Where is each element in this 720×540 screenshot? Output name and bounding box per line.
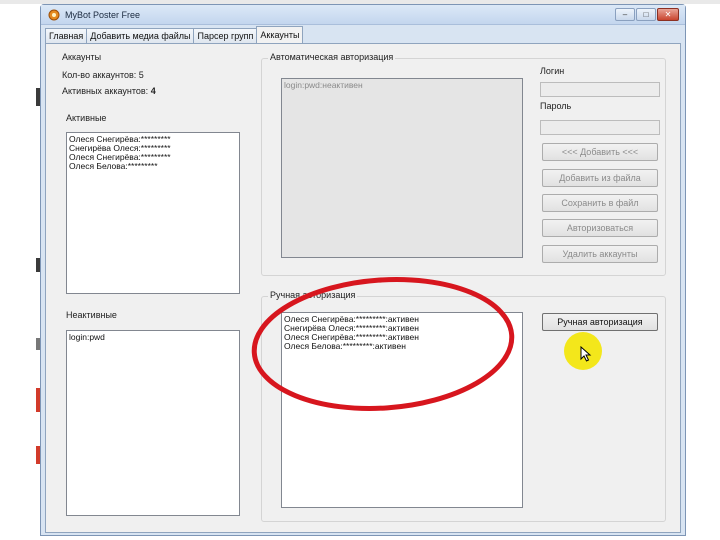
authorize-button[interactable]: Авторизоваться xyxy=(542,219,658,237)
list-item[interactable]: Олеся Белова:*********:активен xyxy=(284,342,520,351)
tab-main[interactable]: Главная xyxy=(45,28,88,43)
inactive-list-heading: Неактивные xyxy=(66,310,117,320)
title-bar[interactable]: MyBot Poster Free – □ ✕ xyxy=(41,5,685,25)
active-list-heading: Активные xyxy=(66,113,107,123)
minimize-button[interactable]: – xyxy=(615,8,635,21)
maximize-button[interactable]: □ xyxy=(636,8,656,21)
password-label: Пароль xyxy=(540,101,572,111)
tab-add-media[interactable]: Добавить медиа файлы xyxy=(86,28,195,43)
login-input[interactable] xyxy=(540,82,660,97)
list-item[interactable]: login:pwd xyxy=(69,333,237,342)
list-item[interactable]: Олеся Белова:********* xyxy=(69,162,237,171)
accounts-count-label: Кол-во аккаунтов: xyxy=(62,70,137,80)
tab-accounts[interactable]: Аккаунты xyxy=(256,26,304,43)
accounts-count-value: 5 xyxy=(138,70,144,80)
window-controls: – □ ✕ xyxy=(615,8,679,21)
app-window: MyBot Poster Free – □ ✕ Главная Добавить… xyxy=(40,4,686,536)
app-logo-icon xyxy=(48,9,60,21)
close-button[interactable]: ✕ xyxy=(657,8,679,21)
login-label: Логин xyxy=(540,66,565,76)
tab-group-parser[interactable]: Парсер групп xyxy=(193,28,258,43)
accounts-tab-panel: Аккаунты Кол-во аккаунтов: 5 Активных ак… xyxy=(45,43,681,533)
manual-auth-list[interactable]: Олеся Снегирёва:*********:активен Снегир… xyxy=(281,312,523,508)
active-accounts-list[interactable]: Олеся Снегирёва:********* Снегирёва Олес… xyxy=(66,132,240,294)
auto-auth-title: Автоматическая авторизация xyxy=(268,52,396,62)
add-from-file-button[interactable]: Добавить из файла xyxy=(542,169,658,187)
manual-auth-button[interactable]: Ручная авторизация xyxy=(542,313,658,331)
delete-accounts-button[interactable]: Удалить аккаунты xyxy=(542,245,658,263)
inactive-accounts-list[interactable]: login:pwd xyxy=(66,330,240,516)
accounts-count: Кол-во аккаунтов: 5 xyxy=(62,70,144,80)
password-input[interactable] xyxy=(540,120,660,135)
active-accounts-count: Активных аккаунтов: 4 xyxy=(62,86,156,96)
auto-auth-list[interactable]: login:pwd:неактивен xyxy=(281,78,523,258)
active-count-label: Активных аккаунтов: xyxy=(62,86,149,96)
window-title: MyBot Poster Free xyxy=(65,10,141,20)
add-account-button[interactable]: <<< Добавить <<< xyxy=(542,143,658,161)
manual-auth-title: Ручная авторизация xyxy=(268,290,358,300)
mouse-cursor-icon xyxy=(580,346,592,362)
save-to-file-button[interactable]: Сохранить в файл xyxy=(542,194,658,212)
accounts-heading: Аккаунты xyxy=(62,52,102,62)
tab-strip: Главная Добавить медиа файлы Парсер груп… xyxy=(45,26,304,43)
list-item[interactable]: login:pwd:неактивен xyxy=(284,81,520,90)
active-count-value: 4 xyxy=(150,86,156,96)
